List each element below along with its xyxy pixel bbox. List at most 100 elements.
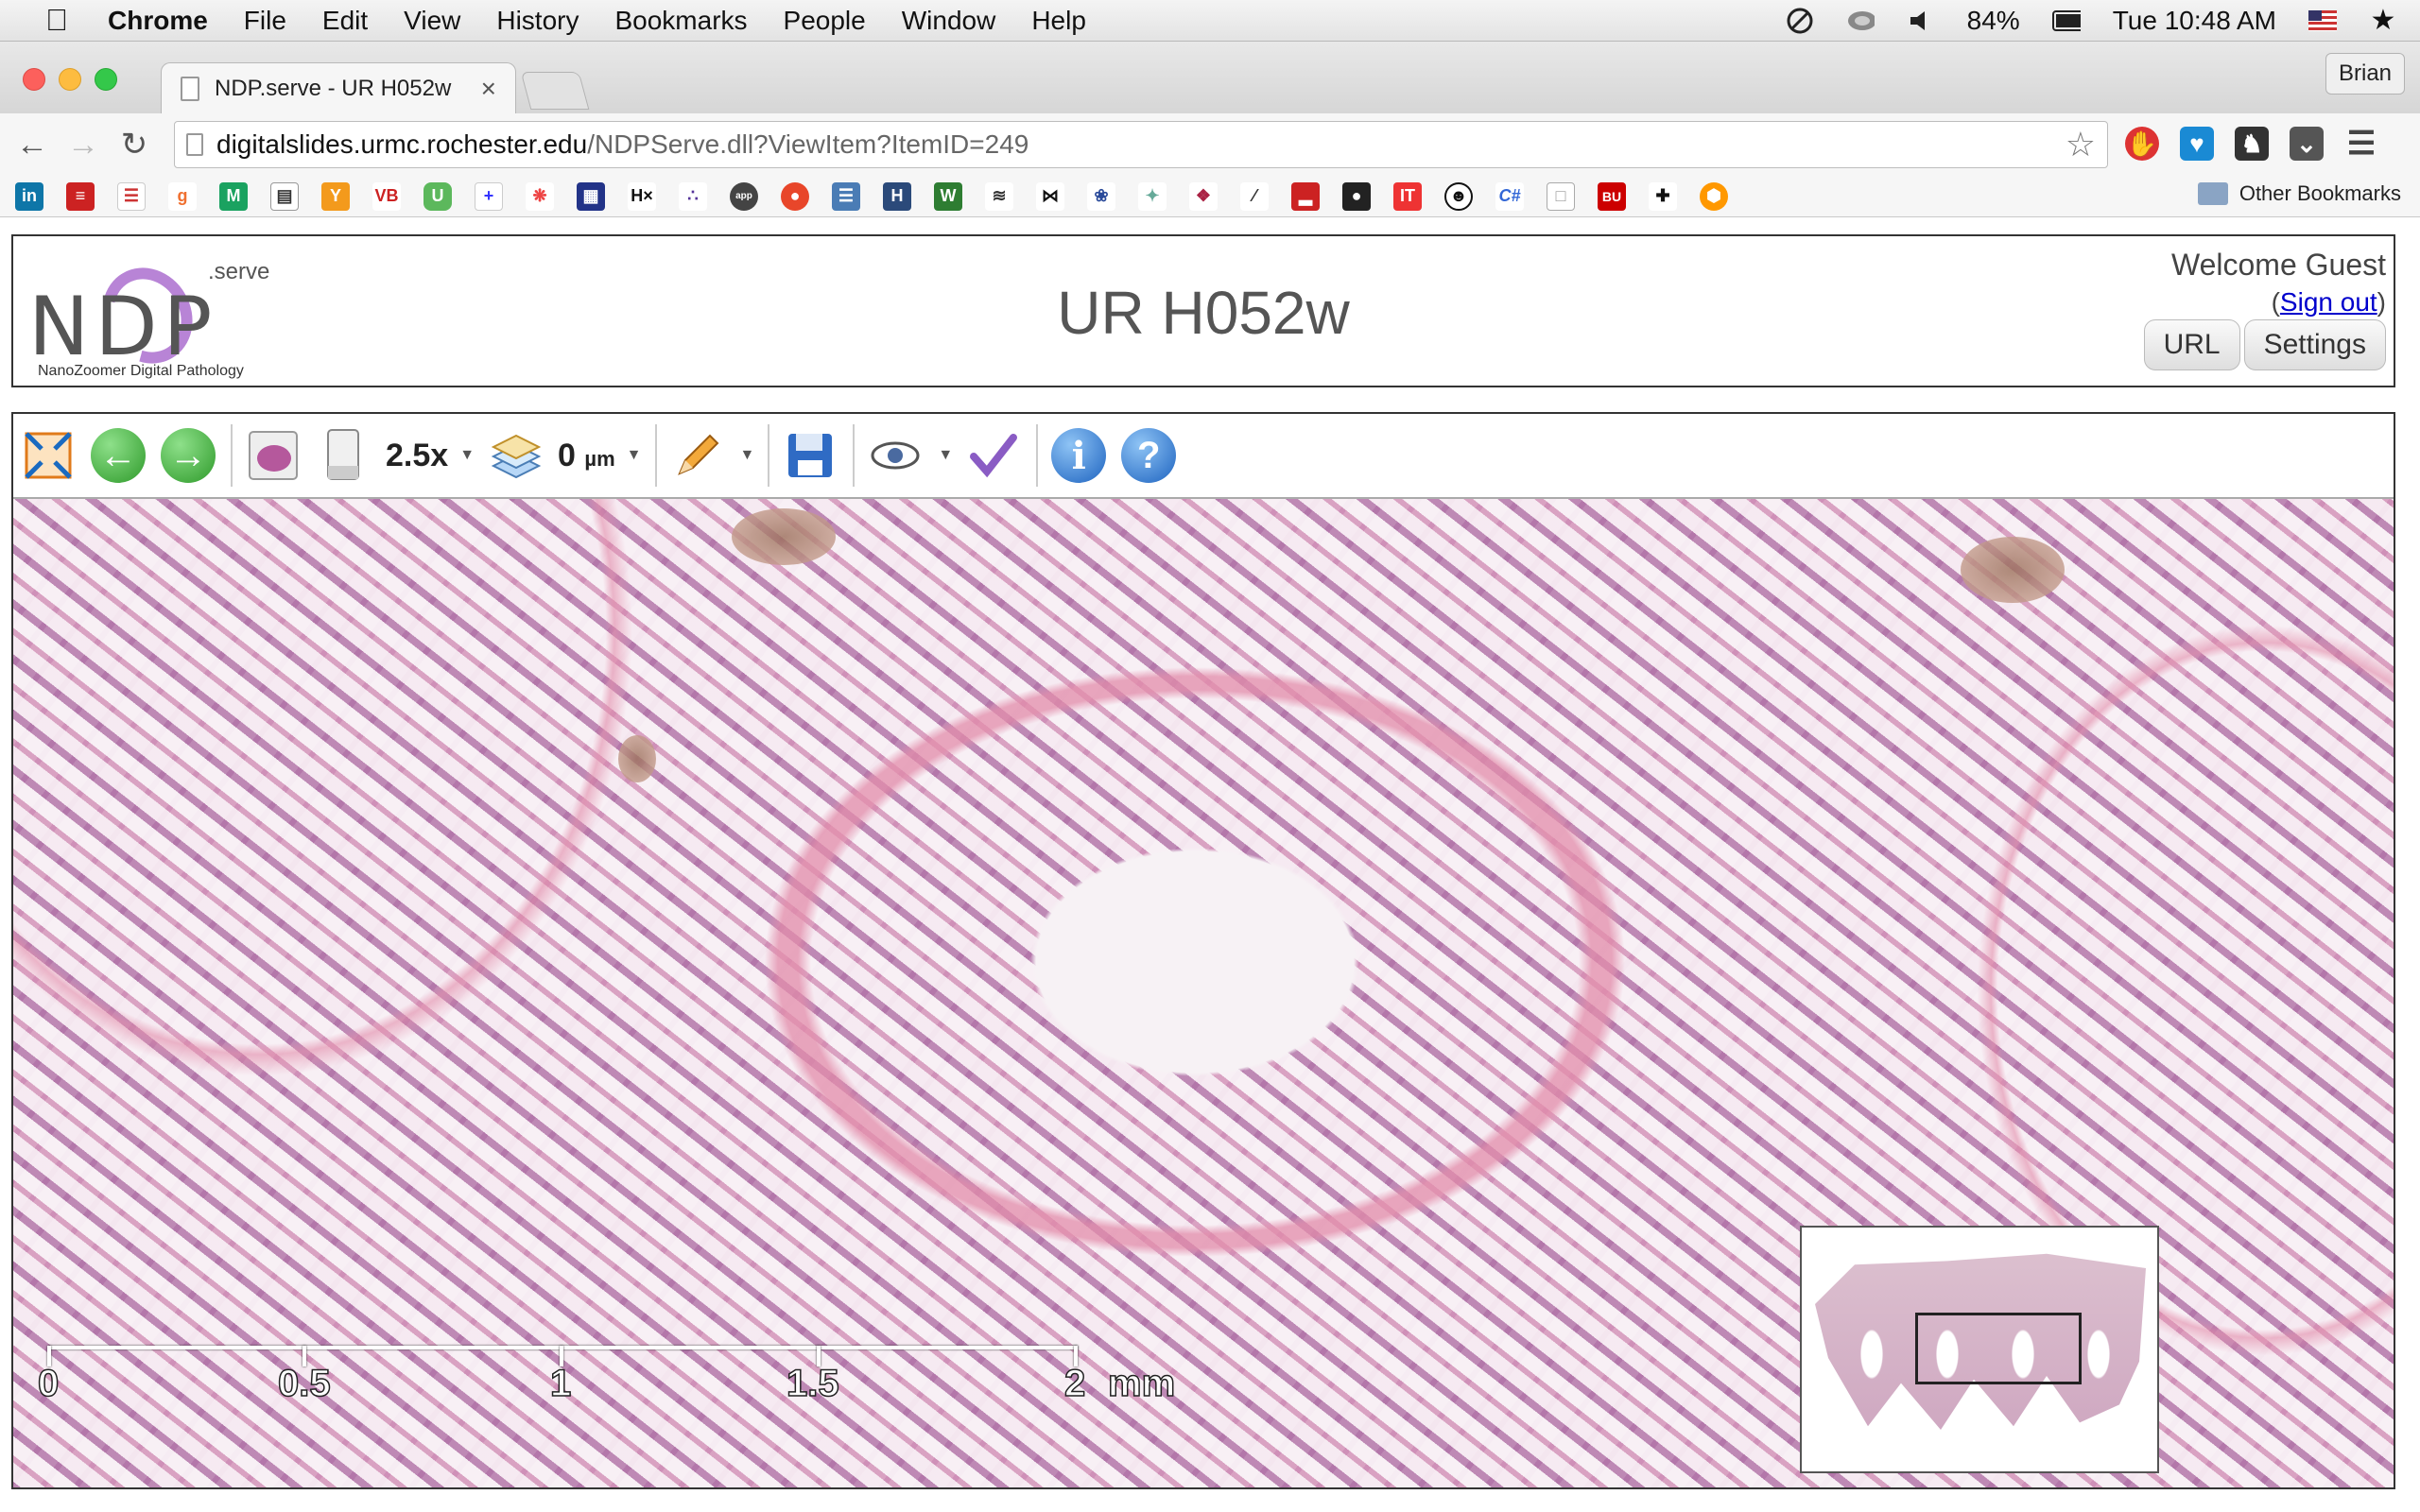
- it-bookmark-icon[interactable]: IT: [1393, 181, 1422, 211]
- molecule-bookmark-icon[interactable]: ✦: [1138, 181, 1167, 211]
- pencil-annotation-icon[interactable]: [670, 428, 725, 483]
- slide-thumbnail-icon[interactable]: [246, 428, 301, 483]
- previous-slide-icon[interactable]: ←: [91, 428, 146, 483]
- volume-icon[interactable]: [1907, 7, 1935, 35]
- apple-menu-icon[interactable]: : [38, 3, 76, 38]
- person-bookmark-icon[interactable]: ●: [1342, 181, 1371, 211]
- wifi-icon[interactable]: [1846, 7, 1875, 35]
- document-bookmark-icon[interactable]: □: [1547, 181, 1575, 211]
- other-bookmarks[interactable]: Other Bookmarks: [2197, 181, 2401, 206]
- slide-viewer: ← → 2.5x ▼ 0 µm ▼ ▼ ▼ i ? 0 0.5 1 1.5 2 …: [11, 412, 2395, 1489]
- bookmark-flag-icon[interactable]: M: [219, 181, 248, 211]
- pinwheel-bookmark-icon[interactable]: ❋: [526, 181, 554, 211]
- header-buttons: URL Settings: [2143, 319, 2386, 370]
- address-bar[interactable]: digitalslides.urmc.rochester.edu/NDPServ…: [174, 121, 2108, 168]
- focus-unit: µm: [584, 446, 615, 471]
- active-tab[interactable]: NDP.serve - UR H052w ×: [161, 62, 516, 113]
- hx-bookmark-icon[interactable]: H×: [628, 181, 656, 211]
- settings-button[interactable]: Settings: [2243, 319, 2386, 370]
- time-machine-icon[interactable]: [1786, 7, 1814, 35]
- menu-view[interactable]: View: [404, 6, 460, 36]
- annotation-dropdown-icon[interactable]: ▼: [740, 447, 755, 464]
- help-icon[interactable]: ?: [1121, 428, 1177, 483]
- zoom-dropdown-icon[interactable]: ▼: [459, 447, 475, 464]
- tab-close-icon[interactable]: ×: [481, 74, 496, 104]
- focus-layers-icon[interactable]: [488, 428, 543, 483]
- lines-bookmark-icon[interactable]: ⁄: [1240, 181, 1269, 211]
- press-bookmark-icon[interactable]: app: [730, 181, 758, 211]
- tomato-bookmark-icon[interactable]: ●: [781, 181, 809, 211]
- eye-view-icon[interactable]: [868, 428, 923, 483]
- feather-bookmark-icon[interactable]: ❖: [1189, 181, 1218, 211]
- g-bookmark-icon[interactable]: g: [168, 181, 197, 211]
- bank-bookmark-icon[interactable]: ☰: [117, 181, 146, 211]
- y-combinator-bookmark-icon[interactable]: Y: [321, 181, 350, 211]
- menu-file[interactable]: File: [244, 6, 286, 36]
- bowtie-bookmark-icon[interactable]: ⋈: [1036, 181, 1064, 211]
- menu-history[interactable]: History: [496, 6, 579, 36]
- fit-to-screen-icon[interactable]: [21, 428, 76, 483]
- vb-bookmark-icon[interactable]: VB: [372, 181, 401, 211]
- csharp-bookmark-icon[interactable]: C#: [1495, 181, 1524, 211]
- profile-button[interactable]: Brian: [2325, 53, 2405, 94]
- reload-icon[interactable]: ↻: [115, 126, 153, 163]
- toolbar-separator: [654, 424, 657, 487]
- us-flag-icon[interactable]: [2308, 7, 2337, 35]
- pigment-deposit: [1961, 537, 2065, 603]
- h-bookmark-icon[interactable]: H: [883, 181, 911, 211]
- chrome-menu-icon[interactable]: ☰: [2344, 126, 2378, 162]
- menu-edit[interactable]: Edit: [322, 6, 368, 36]
- unicorn-extension-icon[interactable]: ♞: [2235, 127, 2269, 161]
- close-window-button[interactable]: [23, 68, 45, 91]
- menu-window[interactable]: Window: [902, 6, 996, 36]
- menu-people[interactable]: People: [784, 6, 866, 36]
- view-dropdown-icon[interactable]: ▼: [938, 447, 953, 464]
- menu-app-name[interactable]: Chrome: [108, 6, 208, 36]
- bar-chart-bookmark-icon[interactable]: ▂: [1291, 181, 1320, 211]
- focus-dropdown-icon[interactable]: ▼: [627, 447, 642, 464]
- info-icon[interactable]: i: [1051, 428, 1107, 483]
- minimize-window-button[interactable]: [59, 68, 81, 91]
- menu-help[interactable]: Help: [1031, 6, 1086, 36]
- checkmark-icon[interactable]: [966, 428, 1021, 483]
- cross-bookmark-icon[interactable]: ✚: [1649, 181, 1677, 211]
- zoom-window-button[interactable]: [95, 68, 117, 91]
- heart-shield-icon[interactable]: ♥: [2180, 127, 2214, 161]
- flower-bookmark-icon[interactable]: ❀: [1087, 181, 1115, 211]
- overview-viewport-rect[interactable]: [1915, 1313, 2082, 1384]
- menubar-clock[interactable]: Tue 10:48 AM: [2113, 6, 2276, 36]
- stripes-bookmark-icon[interactable]: ≋: [985, 181, 1013, 211]
- pocket-icon[interactable]: ⌄: [2290, 127, 2324, 161]
- battery-icon[interactable]: [2051, 7, 2081, 35]
- linkedin-bookmark-icon[interactable]: in: [15, 181, 43, 211]
- save-floppy-icon[interactable]: [783, 428, 838, 483]
- dots-bookmark-icon[interactable]: ∴: [679, 181, 707, 211]
- red-stack-bookmark-icon[interactable]: ≡: [66, 181, 95, 211]
- star-icon[interactable]: ★: [2369, 5, 2397, 36]
- url-button[interactable]: URL: [2143, 319, 2240, 370]
- u-bookmark-icon[interactable]: U: [424, 181, 452, 211]
- slide-image[interactable]: 0 0.5 1 1.5 2 mm: [13, 499, 2394, 1487]
- overview-map[interactable]: [1800, 1226, 2159, 1473]
- bookmark-star-icon[interactable]: ☆: [2066, 125, 2096, 164]
- next-slide-icon[interactable]: →: [161, 428, 216, 483]
- news-bookmark-icon[interactable]: ▤: [270, 181, 299, 211]
- forward-arrow-icon[interactable]: →: [64, 126, 102, 163]
- database-bookmark-icon[interactable]: ☰: [832, 181, 860, 211]
- back-arrow-icon[interactable]: ←: [13, 126, 51, 163]
- face-bookmark-icon[interactable]: ☻: [1444, 181, 1473, 211]
- signout-link[interactable]: Sign out: [2280, 287, 2377, 317]
- slide-label-icon[interactable]: [316, 428, 371, 483]
- zoom-level[interactable]: 2.5x: [386, 438, 448, 474]
- grid-bookmark-icon[interactable]: ▦: [577, 181, 605, 211]
- folder-icon: [2197, 182, 2228, 205]
- adblock-hand-icon[interactable]: ✋: [2125, 127, 2159, 161]
- bu-bookmark-icon[interactable]: BU: [1598, 181, 1626, 211]
- menu-bookmarks[interactable]: Bookmarks: [614, 6, 747, 36]
- scale-label: 1: [549, 1362, 572, 1405]
- w-bookmark-icon[interactable]: W: [934, 181, 962, 211]
- plus-bookmark-icon[interactable]: +: [475, 181, 503, 211]
- hexagon-bookmark-icon[interactable]: ⬢: [1700, 181, 1728, 211]
- focus-value[interactable]: 0 µm: [558, 438, 615, 474]
- new-tab-button[interactable]: [520, 72, 590, 110]
